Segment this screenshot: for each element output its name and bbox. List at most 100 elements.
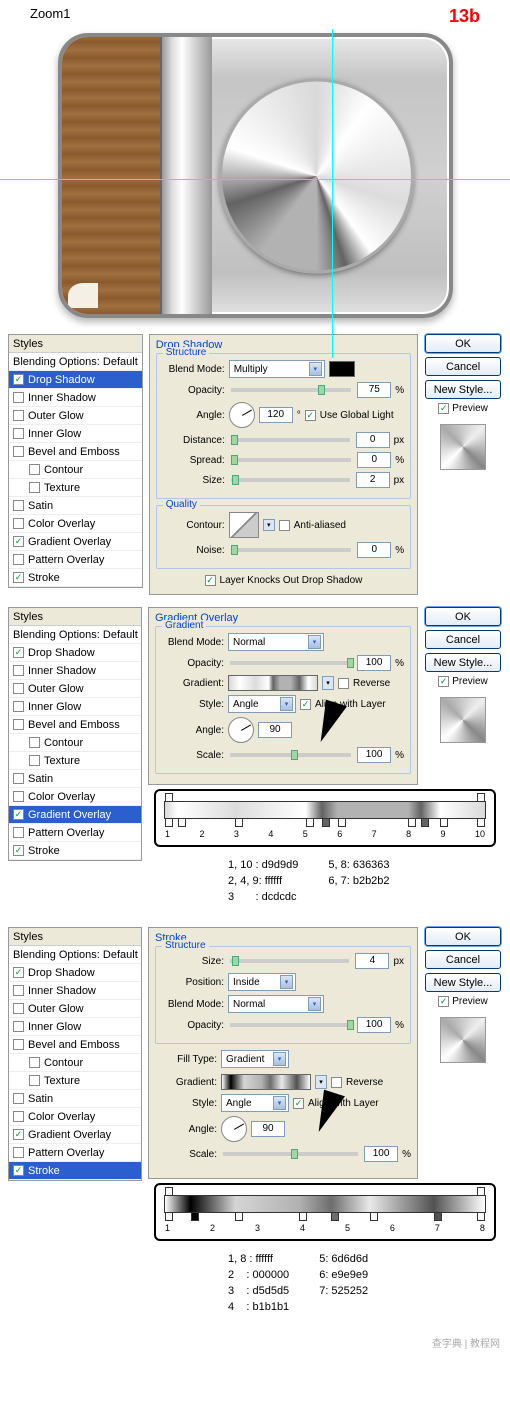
angle-input[interactable]: 120: [259, 407, 293, 423]
contour-row[interactable]: Contour: [9, 1054, 141, 1072]
color-overlay-row[interactable]: Color Overlay: [9, 515, 142, 533]
align-checkbox[interactable]: [293, 1098, 304, 1109]
style-select[interactable]: Angle▾: [221, 1094, 289, 1112]
texture-row[interactable]: Texture: [9, 752, 141, 770]
blending-options-row[interactable]: Blending Options: Default: [9, 946, 141, 964]
checkbox-icon[interactable]: [13, 967, 24, 978]
checkbox-icon[interactable]: [13, 1021, 24, 1032]
spread-input[interactable]: 0: [357, 452, 391, 468]
knocks-out-checkbox[interactable]: [205, 575, 216, 586]
drop-shadow-row[interactable]: Drop Shadow: [9, 964, 141, 982]
inner-shadow-row[interactable]: Inner Shadow: [9, 389, 142, 407]
contour-picker[interactable]: [229, 512, 259, 538]
checkbox-icon[interactable]: [13, 446, 24, 457]
scale-slider[interactable]: [223, 1152, 358, 1156]
chevron-down-icon[interactable]: ▾: [263, 519, 275, 531]
checkbox-icon[interactable]: [13, 791, 24, 802]
checkbox-icon[interactable]: [13, 554, 24, 565]
checkbox-icon[interactable]: [29, 1075, 40, 1086]
opacity-slider[interactable]: [231, 388, 352, 392]
checkbox-icon[interactable]: [13, 683, 24, 694]
bevel-emboss-row[interactable]: Bevel and Emboss: [9, 443, 142, 461]
gradient-editor[interactable]: 12345678: [154, 1183, 496, 1241]
checkbox-icon[interactable]: [13, 701, 24, 712]
distance-slider[interactable]: [231, 438, 350, 442]
bevel-emboss-row[interactable]: Bevel and Emboss: [9, 716, 141, 734]
scale-slider[interactable]: [230, 753, 351, 757]
checkbox-icon[interactable]: [13, 410, 24, 421]
checkbox-icon[interactable]: [13, 518, 24, 529]
checkbox-icon[interactable]: [13, 827, 24, 838]
reverse-checkbox[interactable]: [338, 678, 349, 689]
size-slider[interactable]: [231, 478, 350, 482]
size-input[interactable]: 4: [355, 953, 389, 969]
global-light-checkbox[interactable]: [305, 410, 316, 421]
checkbox-icon[interactable]: [13, 773, 24, 784]
checkbox-icon[interactable]: [13, 428, 24, 439]
opacity-slider[interactable]: [230, 661, 351, 665]
opacity-input[interactable]: 75: [357, 382, 391, 398]
pattern-overlay-row[interactable]: Pattern Overlay: [9, 551, 142, 569]
blending-options-row[interactable]: Blending Options: Default: [9, 353, 142, 371]
checkbox-icon[interactable]: [13, 536, 24, 547]
position-select[interactable]: Inside▾: [228, 973, 296, 991]
gradient-overlay-row[interactable]: Gradient Overlay: [9, 806, 141, 824]
gradient-picker[interactable]: [221, 1074, 311, 1090]
checkbox-icon[interactable]: [13, 1129, 24, 1140]
checkbox-icon[interactable]: [29, 755, 40, 766]
distance-input[interactable]: 0: [356, 432, 390, 448]
preview-checkbox[interactable]: [438, 403, 449, 414]
stroke-row[interactable]: Stroke: [9, 569, 142, 587]
stroke-row[interactable]: Stroke: [9, 1162, 141, 1180]
anti-aliased-checkbox[interactable]: [279, 520, 290, 531]
blending-options-row[interactable]: Blending Options: Default: [9, 626, 141, 644]
checkbox-icon[interactable]: [13, 809, 24, 820]
chevron-down-icon[interactable]: ▾: [315, 1075, 327, 1089]
outer-glow-row[interactable]: Outer Glow: [9, 407, 142, 425]
blend-mode-select[interactable]: Multiply▾: [229, 360, 325, 378]
checkbox-icon[interactable]: [13, 647, 24, 658]
checkbox-icon[interactable]: [13, 1039, 24, 1050]
preview-checkbox[interactable]: [438, 996, 449, 1007]
outer-glow-row[interactable]: Outer Glow: [9, 680, 141, 698]
checkbox-icon[interactable]: [13, 392, 24, 403]
checkbox-icon[interactable]: [13, 845, 24, 856]
checkbox-icon[interactable]: [13, 1111, 24, 1122]
outer-glow-row[interactable]: Outer Glow: [9, 1000, 141, 1018]
checkbox-icon[interactable]: [13, 719, 24, 730]
new-style-button[interactable]: New Style...: [425, 380, 501, 399]
style-select[interactable]: Angle▾: [228, 695, 296, 713]
ok-button[interactable]: OK: [425, 927, 501, 946]
color-overlay-row[interactable]: Color Overlay: [9, 1108, 141, 1126]
cancel-button[interactable]: Cancel: [425, 630, 501, 649]
blend-mode-select[interactable]: Normal▾: [228, 995, 324, 1013]
noise-input[interactable]: 0: [357, 542, 391, 558]
opacity-input[interactable]: 100: [357, 1017, 391, 1033]
stroke-row[interactable]: Stroke: [9, 842, 141, 860]
scale-input[interactable]: 100: [364, 1146, 398, 1162]
new-style-button[interactable]: New Style...: [425, 653, 501, 672]
contour-row[interactable]: Contour: [9, 461, 142, 479]
checkbox-icon[interactable]: [13, 1147, 24, 1158]
ok-button[interactable]: OK: [425, 334, 501, 353]
angle-input[interactable]: 90: [258, 722, 292, 738]
texture-row[interactable]: Texture: [9, 479, 142, 497]
gradient-editor[interactable]: 12345678910: [154, 789, 496, 847]
reverse-checkbox[interactable]: [331, 1077, 342, 1088]
checkbox-icon[interactable]: [13, 572, 24, 583]
noise-slider[interactable]: [231, 548, 352, 552]
spread-slider[interactable]: [231, 458, 352, 462]
checkbox-icon[interactable]: [29, 482, 40, 493]
inner-glow-row[interactable]: Inner Glow: [9, 425, 142, 443]
preview-checkbox[interactable]: [438, 676, 449, 687]
gradient-overlay-row[interactable]: Gradient Overlay: [9, 1126, 141, 1144]
satin-row[interactable]: Satin: [9, 770, 141, 788]
checkbox-icon[interactable]: [13, 374, 24, 385]
gradient-overlay-row[interactable]: Gradient Overlay: [9, 533, 142, 551]
inner-shadow-row[interactable]: Inner Shadow: [9, 662, 141, 680]
checkbox-icon[interactable]: [13, 985, 24, 996]
satin-row[interactable]: Satin: [9, 497, 142, 515]
scale-input[interactable]: 100: [357, 747, 391, 763]
filltype-select[interactable]: Gradient▾: [221, 1050, 289, 1068]
chevron-down-icon[interactable]: ▾: [322, 676, 334, 690]
